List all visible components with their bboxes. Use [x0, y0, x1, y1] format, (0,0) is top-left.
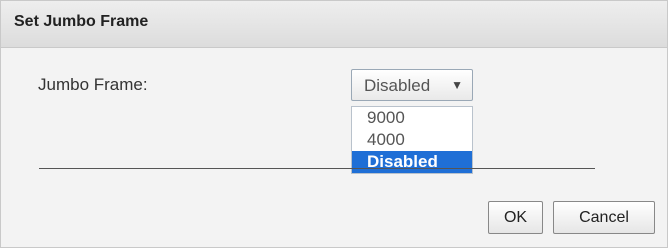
cancel-button[interactable]: Cancel — [553, 201, 655, 234]
set-jumbo-frame-dialog: Set Jumbo Frame Jumbo Frame: Disabled ▼ … — [0, 0, 668, 248]
jumbo-frame-options-list: 9000 4000 Disabled — [351, 106, 473, 174]
chevron-down-icon: ▼ — [451, 78, 463, 92]
option-disabled[interactable]: Disabled — [352, 151, 472, 173]
option-9000[interactable]: 9000 — [352, 107, 472, 129]
ok-button[interactable]: OK — [488, 201, 543, 234]
jumbo-frame-select[interactable]: Disabled ▼ — [351, 69, 473, 101]
dialog-title: Set Jumbo Frame — [14, 13, 149, 30]
divider — [39, 168, 595, 169]
jumbo-frame-label: Jumbo Frame: — [38, 75, 148, 94]
dialog-titlebar: Set Jumbo Frame — [1, 1, 667, 48]
option-4000[interactable]: 4000 — [352, 129, 472, 151]
select-current-value: Disabled — [364, 76, 431, 95]
